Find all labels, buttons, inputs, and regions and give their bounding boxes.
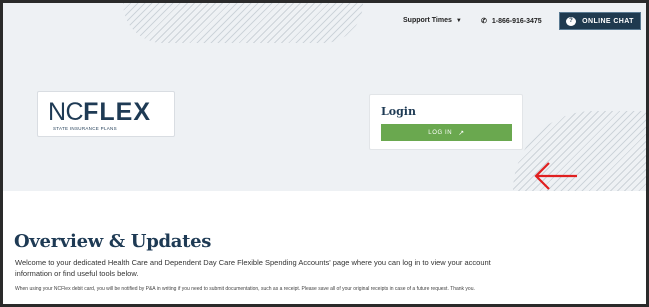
online-chat-button[interactable]: ? ONLINE CHAT — [559, 12, 641, 30]
phone-link[interactable]: ✆ 1-866-916-3475 — [481, 17, 542, 25]
online-chat-label: ONLINE CHAT — [582, 17, 634, 25]
login-title: Login — [381, 105, 416, 118]
logo-nc: NC — [48, 98, 84, 126]
phone-icon: ✆ — [481, 18, 487, 25]
overview-title: Overview & Updates — [14, 231, 212, 252]
log-in-button[interactable]: LOG IN ↗ — [381, 124, 512, 141]
logo-flex: FLEX — [83, 98, 152, 126]
overview-intro: Welcome to your dedicated Health Care an… — [15, 258, 491, 278]
overview-note: When using your NCFlex debit card, you w… — [15, 286, 475, 292]
support-times-dropdown[interactable]: Support Times ▼ — [403, 17, 462, 24]
caret-down-icon: ▼ — [455, 18, 462, 24]
chat-bubble-icon: ? — [566, 16, 577, 26]
phone-number: 1-866-916-3475 — [491, 18, 542, 25]
decorative-stripes — [123, 3, 363, 43]
logo-wordmark: NCFLEX — [48, 98, 151, 127]
external-link-icon: ↗ — [458, 129, 465, 137]
ncflex-logo: NCFLEX STATE INSURANCE PLANS — [37, 91, 175, 137]
logo-subtitle: STATE INSURANCE PLANS — [53, 126, 117, 131]
annotation-arrow-icon — [534, 162, 577, 190]
page-frame: Support Times ▼ ✆ 1-866-916-3475 ? ONLINE C… — [3, 3, 646, 304]
log-in-label: LOG IN — [428, 129, 453, 136]
support-times-label: Support Times — [403, 17, 452, 24]
login-card: Login LOG IN ↗ — [369, 94, 523, 150]
hero-banner: NCFLEX STATE INSURANCE PLANS Login LOG I… — [3, 3, 646, 191]
